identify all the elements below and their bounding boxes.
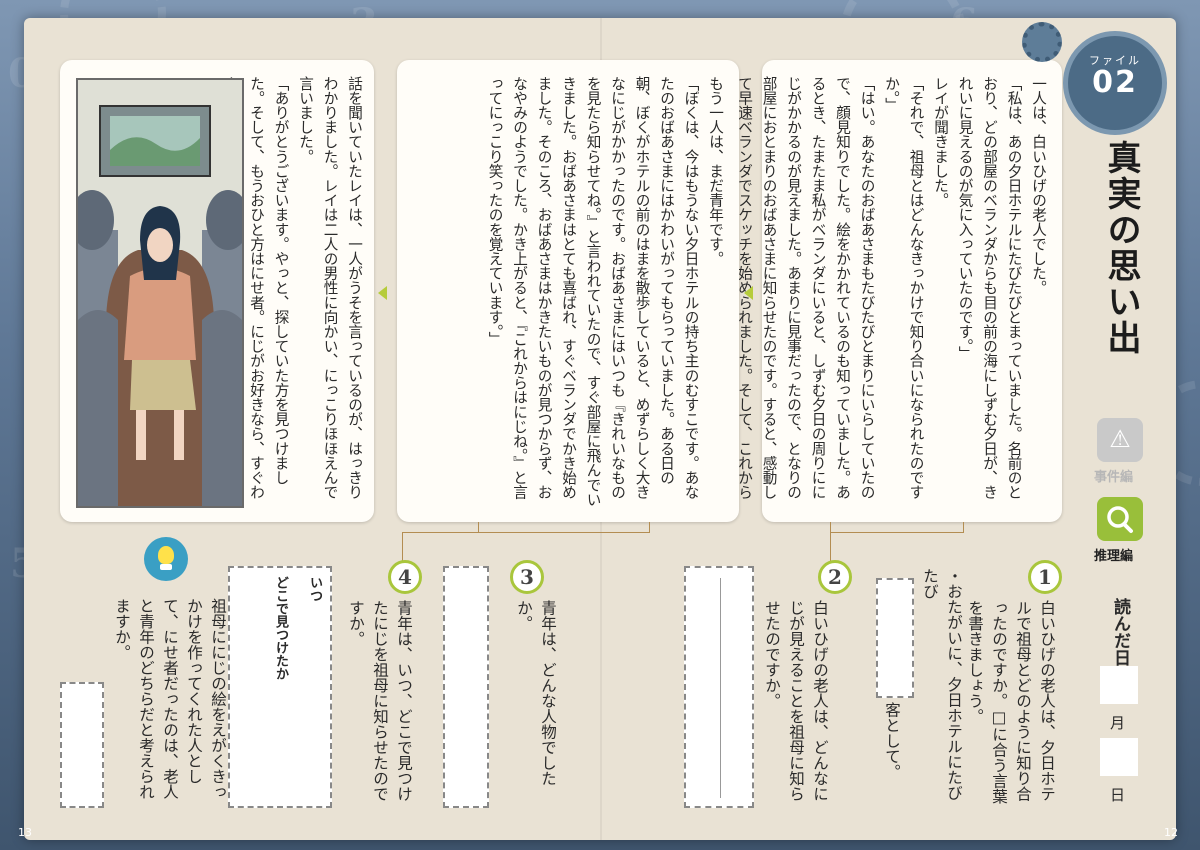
page-title: 真実の思い出 [1101,140,1141,356]
answer-guide-line [720,578,721,798]
question-4-text: 青年は、いつ、どこで見つけたにじを祖母に知らせたのですか。 [347,600,413,802]
tab-reasoning[interactable] [1097,497,1143,541]
connector-line [830,532,831,562]
connector-line [402,532,648,533]
question-5-text: 祖母ににじの絵をえがくきっかけを作ってくれた人として、にせ者だったのは、老人と青… [113,598,227,800]
file-number: 02 [1092,65,1138,100]
question-2-text: 白いひげの老人は、どんなにじが見えることを祖母に知らせたのですか。 [763,600,829,802]
day-label: 日 [1110,786,1126,804]
question-number-icon: 3 [510,560,544,594]
lightbulb-icon [144,537,188,581]
story-paragraph: 一人は、白いひげの老人でした。 [1030,76,1047,295]
question-3-text: 青年は、どんな人物でしたか。 [515,600,557,786]
file-badge: ファイル 02 [1063,31,1167,135]
tab-case[interactable]: ⚠ [1097,418,1143,462]
page-number-left: 13 [18,826,32,839]
answer-label-when: いつ [307,576,322,602]
tab-case-label: 事件編 [1094,470,1134,485]
continue-arrow-icon [378,286,387,300]
story-text-1: 一人は、白いひげの老人でした。 「私は、あの夕日ホテルにたびたびとまっていました… [707,76,1050,508]
day-field[interactable] [1100,738,1138,776]
continue-arrow-icon [744,286,753,300]
magnifier-icon [1107,506,1133,533]
question-5-answer-field[interactable] [60,682,104,808]
story-paragraph: 話を聞いていたレイは、一人がうそを言っているのが、はっきりわかりました。レイは二… [297,76,363,500]
question-number-icon: 2 [818,560,852,594]
story-paragraph: レイが聞きました。 [932,76,949,208]
question-3-answer-field[interactable] [443,566,489,808]
page-number-right: 12 [1164,826,1178,839]
question-1-text: 白いひげの老人は、夕日ホテルで祖母とどのように知り合ったのですか。□に合う言葉を… [966,600,1056,804]
story-paragraph: もう一人は、まだ青年です。 [707,76,724,266]
question-number-icon: 1 [1028,560,1062,594]
connector-line [402,532,403,562]
month-label: 月 [1110,714,1126,732]
question-number-icon: 4 [388,560,422,594]
date-label: 読んだ日 [1110,598,1130,666]
story-panel-2: もう一人は、まだ青年です。 「ぼくは、今はもうない夕日ホテルの持ち主のむすこです… [397,60,739,522]
question-2-answer-field[interactable] [684,566,754,808]
question-4-answer-field[interactable]: いつ どこで見つけたか [228,566,332,808]
story-text-2: もう一人は、まだ青年です。 「ぼくは、今はもうない夕日ホテルの持ち主のむすこです… [482,76,727,508]
question-1-fill-prefix: ・おたがいに、夕日ホテルにたびたび [921,568,963,801]
story-paragraph: 「私は、あの夕日ホテルにたびたびとまっていました。名前のとおり、どの部屋のベラン… [956,76,1023,500]
story-paragraph: 「ぼくは、今はもうない夕日ホテルの持ち主のむすこです。あなたのおばあさまにはかわ… [486,76,700,507]
connector-line [830,522,964,533]
answer-label-where: どこで見つけたか [273,576,288,680]
tab-reasoning-label: 推理編 [1094,549,1134,564]
month-field[interactable] [1100,666,1138,704]
woman-interview-illustration [78,80,242,506]
story-panel-1: 一人は、白いひげの老人でした。 「私は、あの夕日ホテルにたびたびとまっていました… [712,60,1062,522]
question-1-answer-field[interactable] [876,578,914,698]
gear-icon [1022,22,1062,62]
illustration [76,78,244,508]
story-paragraph: 「それで、祖母とはどんなきっかけで知り合いになられたのですか。」 [883,76,925,500]
story-panel-3: 話を聞いていたレイは、一人がうそを言っているのが、はっきりわかりました。レイは二… [60,60,374,522]
warning-icon: ⚠ [1109,425,1131,453]
question-1-fill-suffix: 客として。 [883,702,901,780]
